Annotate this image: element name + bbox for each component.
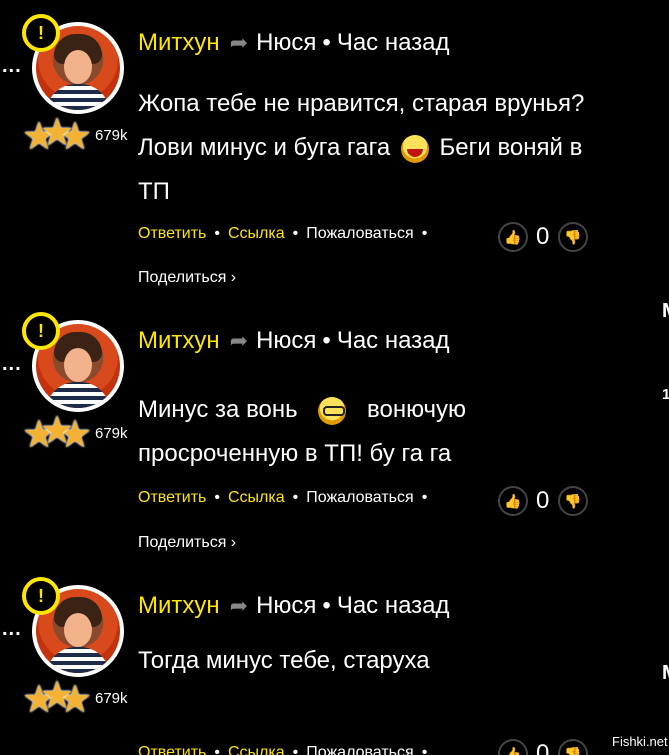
author-name[interactable]: Митхун	[138, 592, 220, 619]
comment-header: Митхун ➦ Нюся • Час назад	[138, 326, 450, 356]
warning-badge: !	[22, 577, 60, 615]
avatar[interactable]: !	[22, 14, 124, 114]
vote-widget: 👍 0 👎	[498, 222, 590, 252]
comment-text: Тогда минус тебе, старуха	[138, 639, 608, 683]
thumbs-down-icon[interactable]: 👎	[558, 486, 588, 516]
separator: •	[322, 592, 331, 619]
sidebar-fragment: M	[662, 300, 669, 323]
more-options-icon[interactable]: ...	[2, 619, 22, 639]
reply-to-name[interactable]: Нюся	[256, 29, 316, 56]
separator: •	[322, 29, 331, 56]
rating-count: 679k	[95, 127, 128, 144]
vote-count: 0	[536, 223, 550, 250]
comment-header: Митхун ➦ Нюся • Час назад	[138, 591, 450, 621]
rank-stars-icon: ★ ★ ★	[22, 675, 93, 721]
reply-link[interactable]: Ответить	[138, 744, 206, 755]
report-link[interactable]: Пожаловаться	[306, 225, 413, 242]
sidebar-fragment: M	[662, 662, 669, 685]
reply-arrow-icon: ➦	[229, 30, 249, 55]
comments-page: ... ! ★ ★ ★ 679k Митхун ➦ Нюся • Час назад Жоп…	[0, 0, 669, 755]
permalink-link[interactable]: Ссылка	[228, 744, 285, 755]
permalink-link[interactable]: Ссылка	[228, 489, 285, 506]
comment-time: Час назад	[336, 592, 450, 619]
rating-count: 679k	[95, 425, 128, 442]
comment-text-part: Минус за вонь	[138, 396, 298, 423]
warning-badge: !	[22, 312, 60, 350]
separator: •	[322, 327, 331, 354]
share-link[interactable]: Поделиться ›	[138, 269, 236, 287]
watermark: Fishki.net	[612, 734, 668, 749]
report-link[interactable]: Пожаловаться	[306, 489, 413, 506]
reply-arrow-icon: ➦	[229, 328, 249, 353]
nerd-emoji-icon	[318, 396, 347, 425]
comment-header: Митхун ➦ Нюся • Час назад	[138, 28, 450, 58]
reply-to-name[interactable]: Нюся	[256, 592, 316, 619]
reply-link[interactable]: Ответить	[138, 225, 206, 242]
comment-text: Жопа тебе не нравится, старая врунья? Ло…	[138, 82, 608, 214]
reply-arrow-icon: ➦	[229, 593, 249, 618]
author-name[interactable]: Митхун	[138, 29, 220, 56]
author-name[interactable]: Митхун	[138, 327, 220, 354]
thumbs-up-icon[interactable]: 👍	[498, 739, 528, 755]
permalink-link[interactable]: Ссылка	[228, 225, 285, 242]
vote-widget: 👍 0 👎	[498, 486, 590, 516]
comment-actions: Ответить • Ссылка • Пожаловаться •	[138, 743, 435, 755]
avatar[interactable]: !	[22, 577, 124, 677]
more-options-icon[interactable]: ...	[2, 56, 22, 76]
rank-stars-icon: ★ ★ ★	[22, 410, 93, 456]
comment-actions: Ответить • Ссылка • Пожаловаться •	[138, 489, 428, 506]
laughing-emoji-icon	[400, 134, 429, 163]
reply-to-name[interactable]: Нюся	[256, 327, 316, 354]
vote-count: 0	[536, 740, 550, 755]
share-link[interactable]: Поделиться ›	[138, 534, 236, 552]
report-link[interactable]: Пожаловаться	[306, 744, 413, 755]
comment-text-part: Тогда минус тебе, старуха	[138, 647, 430, 674]
avatar[interactable]: !	[22, 312, 124, 412]
comment-time: Час назад	[336, 29, 450, 56]
sidebar-fragment: 1	[662, 386, 669, 403]
thumbs-down-icon[interactable]: 👎	[558, 739, 588, 755]
vote-widget: 👍 0 👎	[498, 739, 590, 755]
more-options-icon[interactable]: ...	[2, 354, 22, 374]
thumbs-down-icon[interactable]: 👎	[558, 222, 588, 252]
thumbs-up-icon[interactable]: 👍	[498, 486, 528, 516]
vote-count: 0	[536, 487, 550, 514]
thumbs-up-icon[interactable]: 👍	[498, 222, 528, 252]
rating-count: 679k	[95, 690, 128, 707]
warning-badge: !	[22, 14, 60, 52]
comment-actions: Ответить • Ссылка • Пожаловаться •	[138, 225, 428, 242]
comment-time: Час назад	[336, 327, 450, 354]
rank-stars-icon: ★ ★ ★	[22, 112, 93, 158]
comment-text: Минус за вонь вонючую просроченную в ТП!…	[138, 388, 478, 476]
reply-link[interactable]: Ответить	[138, 489, 206, 506]
